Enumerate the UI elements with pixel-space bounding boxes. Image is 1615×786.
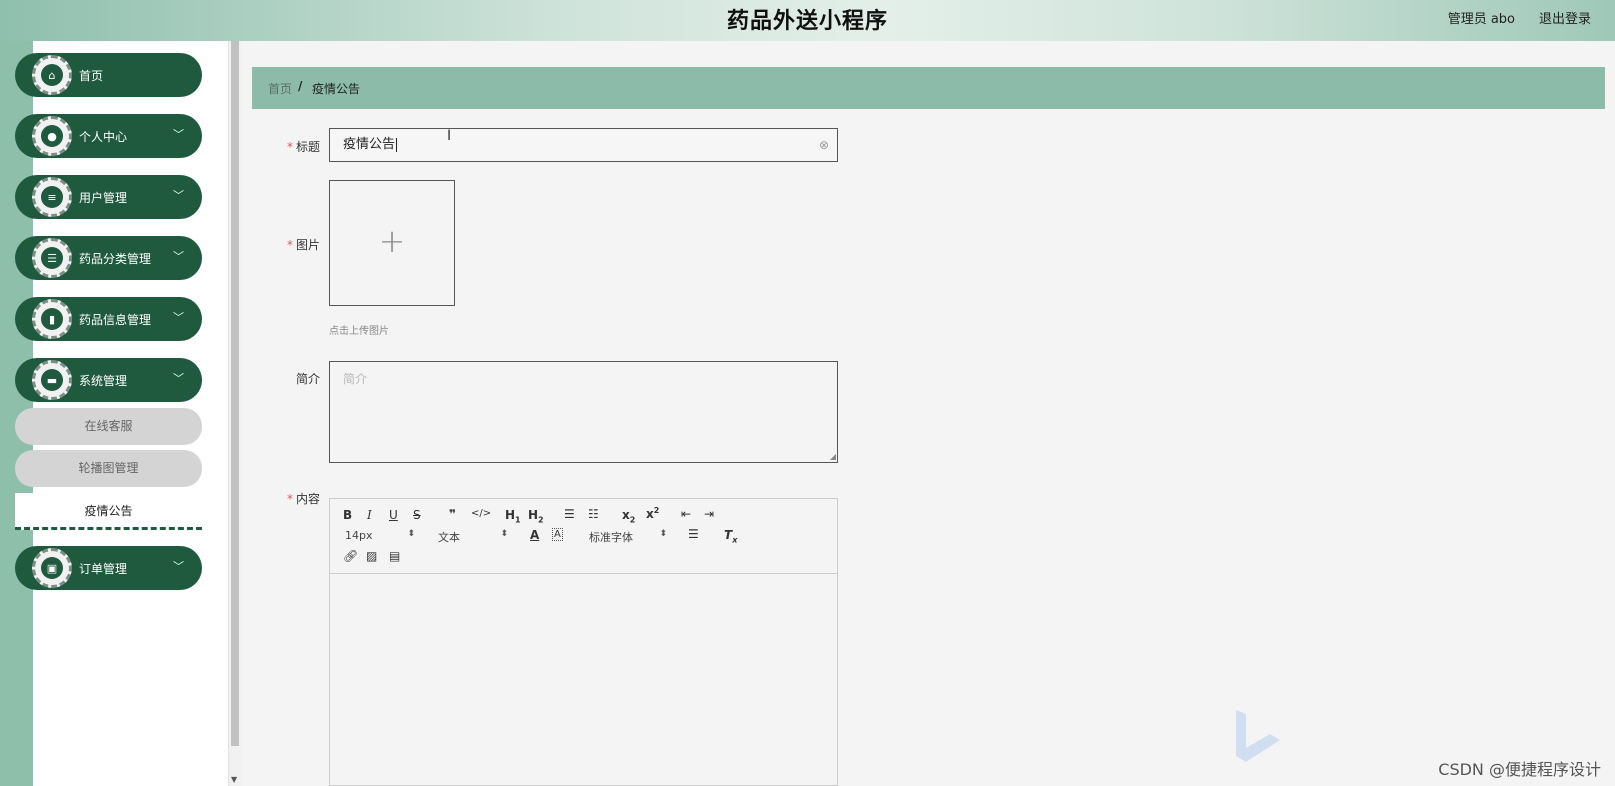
admin-user-label: 管理员 abo (1447, 12, 1515, 27)
breadcrumb-current: 疫情公告 (312, 82, 361, 96)
underline-icon[interactable]: U (389, 508, 398, 522)
required-marker: * (286, 238, 293, 252)
sidebar-item-drug-category[interactable]: ☰ 药品分类管理 ﹀ (15, 236, 202, 280)
code-block-icon[interactable]: </> (471, 508, 491, 519)
sidebar-item-system[interactable]: ▬ 系统管理 ﹀ (15, 358, 202, 402)
font-size-select[interactable]: 14px ⬍ (345, 529, 415, 542)
italic-icon[interactable]: I (367, 508, 372, 522)
sidebar-item-label: 订单管理 (79, 562, 128, 576)
user-icon: ● (41, 125, 63, 147)
sidebar-item-label: 药品分类管理 (79, 252, 152, 266)
sidebar-item-label: 系统管理 (79, 374, 128, 388)
blockquote-icon[interactable]: ❞ (449, 507, 456, 521)
sidebar-item-personal-center[interactable]: ● 个人中心 ﹀ (15, 114, 202, 158)
heading2-icon[interactable]: H2 (528, 508, 544, 524)
clipboard-icon: ▣ (41, 557, 63, 579)
video-icon[interactable]: ▤ (389, 549, 400, 563)
sidebar-item-home[interactable]: ⌂ 首页 (15, 53, 202, 97)
indent-icon[interactable]: ⇥ (704, 507, 714, 521)
breadcrumb: 首页 / 疫情公告 (252, 67, 1605, 109)
required-marker: * (286, 492, 293, 506)
background-color-icon[interactable]: A (552, 528, 563, 541)
strikethrough-icon[interactable]: S (413, 508, 421, 522)
list-icon: ☰ (41, 247, 63, 269)
chevron-down-icon: ﹀ (173, 560, 184, 573)
sidebar-subitem-carousel[interactable]: 轮播图管理 (15, 450, 202, 487)
csdn-watermark: CSDN @便捷程序设计 (1438, 760, 1601, 779)
logout-link[interactable]: 退出登录 (1539, 8, 1591, 27)
ordered-list-icon[interactable]: ☰ (564, 507, 575, 521)
ibeam-cursor-icon: I (447, 128, 452, 144)
image-label: * 图片 (286, 238, 320, 252)
align-icon[interactable]: ☰ (688, 527, 699, 541)
chevron-down-icon: ﹀ (173, 372, 184, 385)
intro-textarea[interactable]: 简介 ◢ (329, 361, 838, 463)
sidebar-item-label: 用户管理 (79, 191, 128, 205)
subscript-icon[interactable]: x2 (622, 508, 635, 524)
plus-icon: + (378, 222, 406, 260)
monitor-icon: ▬ (41, 369, 63, 391)
clear-icon[interactable]: ⊗ (819, 129, 829, 161)
intro-label: 简介 (295, 372, 320, 386)
outdent-icon[interactable]: ⇤ (681, 507, 691, 521)
chevron-down-icon: ﹀ (173, 128, 184, 141)
sidebar-item-label: 个人中心 (79, 130, 128, 144)
sidebar-item-orders[interactable]: ▣ 订单管理 ﹀ (15, 546, 202, 590)
intro-placeholder: 简介 (343, 372, 368, 386)
link-icon[interactable]: 🔗︎ (343, 549, 358, 563)
upload-hint: 点击上传图片 (329, 326, 389, 337)
scroll-down-arrow-icon[interactable]: ▼ (231, 775, 237, 784)
sliders-icon: ≡ (41, 186, 63, 208)
app-header: 药品外送小程序 管理员 abo 退出登录 (0, 0, 1615, 41)
sidebar-item-user-management[interactable]: ≡ 用户管理 ﹀ (15, 175, 202, 219)
chevron-down-icon: ﹀ (173, 311, 184, 324)
clear-format-icon[interactable]: Tx (724, 528, 737, 544)
heading1-icon[interactable]: H1 (505, 508, 521, 524)
rich-text-editor: B I U S ❞ </> H1 H2 ☰ ☷ x2 x2 ⇤ ⇥ 14px ⬍ … (329, 498, 838, 786)
select-arrows-icon: ⬍ (500, 529, 508, 539)
title-input[interactable]: 疫情公告 ⊗ (329, 128, 838, 162)
app-title: 药品外送小程序 (726, 9, 888, 34)
title-label: * 标题 (286, 140, 320, 154)
font-family-select[interactable]: 标准字体 ⬍ (589, 529, 667, 545)
bar-chart-icon: ▮ (41, 308, 63, 330)
sidebar-item-label: 首页 (79, 69, 104, 83)
bullet-list-icon[interactable]: ☷ (588, 507, 599, 521)
breadcrumb-separator: / (298, 79, 303, 93)
required-marker: * (286, 140, 293, 154)
superscript-icon[interactable]: x2 (646, 506, 659, 521)
sidebar-subitem-epidemic-notice[interactable]: 疫情公告 (15, 493, 202, 530)
home-icon: ⌂ (41, 64, 63, 86)
resize-handle-icon[interactable]: ◢ (830, 452, 836, 461)
bing-watermark-icon (1236, 710, 1280, 762)
image-upload[interactable]: + (329, 180, 455, 306)
chevron-down-icon: ﹀ (173, 189, 184, 202)
scrollbar-thumb[interactable] (231, 41, 239, 746)
editor-toolbar: B I U S ❞ </> H1 H2 ☰ ☷ x2 x2 ⇤ ⇥ 14px ⬍ … (330, 499, 837, 574)
text-type-select[interactable]: 文本 ⬍ (438, 529, 508, 545)
text-caret (396, 137, 398, 152)
bold-icon[interactable]: B (343, 508, 352, 522)
sidebar-scrollbar[interactable]: ▼ (228, 41, 241, 786)
select-arrows-icon: ⬍ (659, 529, 667, 539)
breadcrumb-home[interactable]: 首页 (268, 80, 292, 97)
sidebar-subitem-online-service[interactable]: 在线客服 (15, 408, 202, 445)
sidebar-item-drug-info[interactable]: ▮ 药品信息管理 ﹀ (15, 297, 202, 341)
sidebar-item-label: 药品信息管理 (79, 313, 152, 327)
select-arrows-icon: ⬍ (407, 529, 415, 539)
font-color-icon[interactable]: A (530, 528, 539, 542)
content-label: * 内容 (286, 492, 320, 506)
image-icon[interactable]: ▨ (366, 549, 377, 563)
chevron-down-icon: ﹀ (173, 250, 184, 263)
